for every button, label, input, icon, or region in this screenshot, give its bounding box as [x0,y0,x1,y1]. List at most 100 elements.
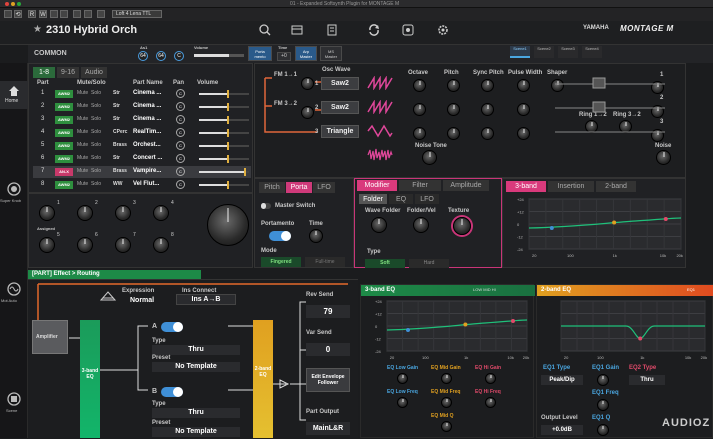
tab-folder[interactable]: Folder [359,194,387,204]
osc-3-param-knob[interactable] [447,127,460,140]
eq2-type-select[interactable]: Thru [629,375,665,385]
eq3-param-knob[interactable] [441,421,452,432]
mute-button[interactable]: Mute [77,142,88,148]
pan-knob[interactable]: C [176,141,185,150]
tab-part-9-16[interactable]: 9-16 [57,67,79,78]
eq3-param-knob[interactable] [485,397,496,408]
tab-lfo-mod[interactable]: LFO [415,194,439,204]
undo-icon[interactable]: ⟲ [14,10,22,18]
solo-button[interactable]: Solo [91,155,101,161]
part-name[interactable]: Cinema ... [133,103,161,109]
volume-slider[interactable] [199,142,249,150]
superknob-nav[interactable]: Super Knob [0,178,28,206]
osc-1-param-knob[interactable] [481,79,494,92]
osc-3-param-knob[interactable] [413,127,426,140]
eq3-param-knob[interactable] [397,397,408,408]
wave-folder-knob[interactable] [371,217,387,233]
assign-knob-7[interactable] [115,237,131,253]
solo-button[interactable]: Solo [91,116,101,122]
osc-2-param-knob[interactable] [481,103,494,116]
insert-a-toggle[interactable] [161,322,183,332]
part-row[interactable]: 4 AWM2 Mute Solo CPerc RealTim... C [33,127,251,139]
part-name[interactable]: Concert ... [133,155,162,161]
write-icon[interactable]: W [39,10,47,18]
part-name[interactable]: RealTim... [133,129,161,135]
part-row[interactable]: 7 AN-X Mute Solo Brass Vampire... C [33,166,251,178]
assign-knob-2[interactable] [77,205,93,221]
insert-a-preset-select[interactable]: No Template [152,362,240,372]
maximize-icon[interactable] [17,2,21,6]
part-name[interactable]: Cinema ... [133,116,161,122]
pan-knob[interactable]: C [176,180,185,189]
folder-vel-knob[interactable] [413,217,429,233]
tab-2-band[interactable]: 2-band [596,181,636,192]
link-icon[interactable] [97,10,105,18]
gear-icon[interactable] [437,24,449,36]
portamento-toggle[interactable] [269,231,291,241]
tab-eq-mod[interactable]: EQ [389,194,413,204]
mute-button[interactable]: Mute [77,103,88,109]
osc-3-param-knob[interactable] [481,127,494,140]
mode-fingered-button[interactable]: Fingered [261,257,301,267]
insert-b-preset-select[interactable]: No Template [152,427,240,437]
scene-1-button[interactable]: Scene1 [510,46,530,58]
solo-button[interactable]: Solo [91,90,101,96]
tab-pitch[interactable]: Pitch [259,182,285,193]
common-volume-slider[interactable] [194,54,244,57]
mute-button[interactable]: Mute [77,181,88,187]
scene-2-button[interactable]: Scene2 [534,46,554,58]
volume-slider[interactable] [199,181,249,189]
osc-2-param-knob[interactable] [517,103,530,116]
volume-slider[interactable] [199,129,249,137]
solo-button[interactable]: Solo [91,129,101,135]
solo-button[interactable]: Solo [91,168,101,174]
eq3-param-knob[interactable] [441,373,452,384]
portamento-button[interactable]: Porta mento [248,46,272,61]
eq3-block[interactable]: 3-band EQ [80,320,100,438]
scene-3-button[interactable]: Scene3 [558,46,578,58]
osc-3-param-knob[interactable] [517,127,530,140]
pan-knob[interactable]: C [176,167,185,176]
master-switch-toggle[interactable] [261,203,271,209]
part-row[interactable]: 1 AWM2 Mute Solo Str Cinema ... C [33,88,251,100]
eq3-param-knob[interactable] [397,373,408,384]
output-level-value[interactable]: +0.0dB [541,425,583,435]
mute-button[interactable]: Mute [77,116,88,122]
insert-a-type-select[interactable]: Thru [152,345,240,355]
copy-icon[interactable] [73,10,81,18]
tab-lfo-pitch[interactable]: LFO [313,182,335,193]
ins-connect-select[interactable]: Ins A→B [176,294,236,305]
rev-send-value[interactable]: 79 [306,305,350,318]
eq2-block[interactable]: 2-band EQ [253,320,273,438]
common-knob-3[interactable]: C [174,51,184,61]
part-row[interactable]: 5 AWM2 Mute Solo Brass Orchest... C [33,140,251,152]
eq-band-point[interactable] [663,217,668,221]
osc-2-param-knob[interactable] [447,103,460,116]
eq3-param-knob[interactable] [441,397,452,408]
eq1-gain-knob[interactable] [597,374,609,386]
favorite-star-icon[interactable]: ★ [33,24,42,35]
assign-knob-4[interactable] [153,205,169,221]
midi-icon[interactable] [402,24,414,36]
eq3-param-knob[interactable] [485,373,496,384]
osc-1-wave-select[interactable]: Saw2 [321,77,359,90]
power-icon[interactable] [4,10,12,18]
scene-4-button[interactable]: Scene4 [582,46,602,58]
eq1-type-select[interactable]: Peak/Dip [541,375,583,385]
volume-slider[interactable] [199,103,249,111]
volume-slider[interactable] [199,116,249,124]
solo-button[interactable]: Solo [91,103,101,109]
part-name[interactable]: Vampire... [133,168,161,174]
home-nav[interactable]: Home [0,81,28,109]
tab-amplitude[interactable]: Amplitude [443,180,489,191]
var-send-value[interactable]: 0 [306,343,350,356]
mode-fulltime-button[interactable]: Full-time [305,257,345,267]
part-row[interactable]: 3 AWM2 Mute Solo Str Cinema ... C [33,114,251,126]
part-output-select[interactable]: MainL&R [306,422,350,435]
assign-knob-8[interactable] [153,237,169,253]
common-knob-2[interactable]: 64 [156,51,166,61]
scene-nav[interactable]: Scene [0,388,28,416]
part-name[interactable]: Vel Flut... [133,181,159,187]
browser-icon[interactable] [291,24,303,36]
mute-button[interactable]: Mute [77,155,88,161]
